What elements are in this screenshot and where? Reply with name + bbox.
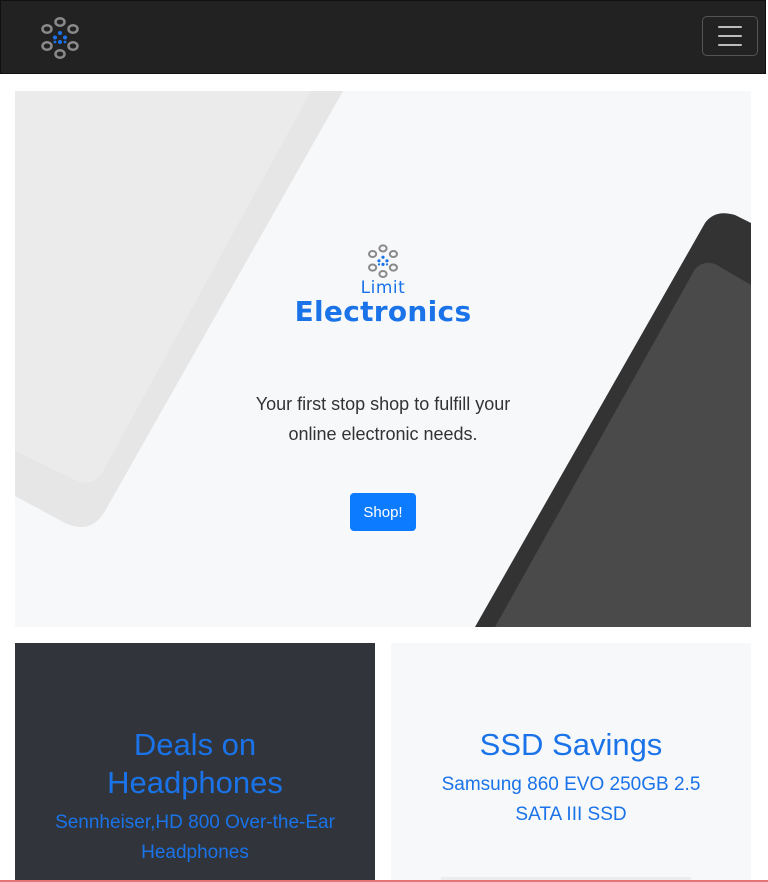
card-title: SSD Savings xyxy=(479,727,663,762)
hero-banner: Limit Electronics Your first stop shop t… xyxy=(15,91,751,627)
navbar xyxy=(0,0,766,74)
shop-button[interactable]: Shop! xyxy=(350,493,416,531)
phone-illustration xyxy=(15,91,751,627)
card-title: Deals on Headphones xyxy=(107,727,283,800)
hero-tagline: Your first stop shop to fulfill your onl… xyxy=(255,394,511,444)
hamburger-menu-icon xyxy=(718,26,742,28)
menu-toggle-button[interactable] xyxy=(702,16,758,56)
promo-card-ssd[interactable]: SSD Savings Samsung 860 EVO 250GB 2.5 SA… xyxy=(391,643,751,882)
card-subtitle: Samsung 860 EVO 250GB 2.5 SATA III SSD xyxy=(441,774,701,825)
card-subtitle: Sennheiser,HD 800 Over-the-Ear Headphone… xyxy=(55,812,335,863)
limit-electronics-logo-icon xyxy=(368,244,398,279)
promo-card-headphones[interactable]: Deals on Headphones Sennheiser,HD 800 Ov… xyxy=(15,643,375,882)
brand-logo-icon[interactable] xyxy=(35,16,85,62)
brand-name-line2: Electronics xyxy=(294,295,472,328)
brand-lockup: Limit Electronics xyxy=(283,241,483,327)
